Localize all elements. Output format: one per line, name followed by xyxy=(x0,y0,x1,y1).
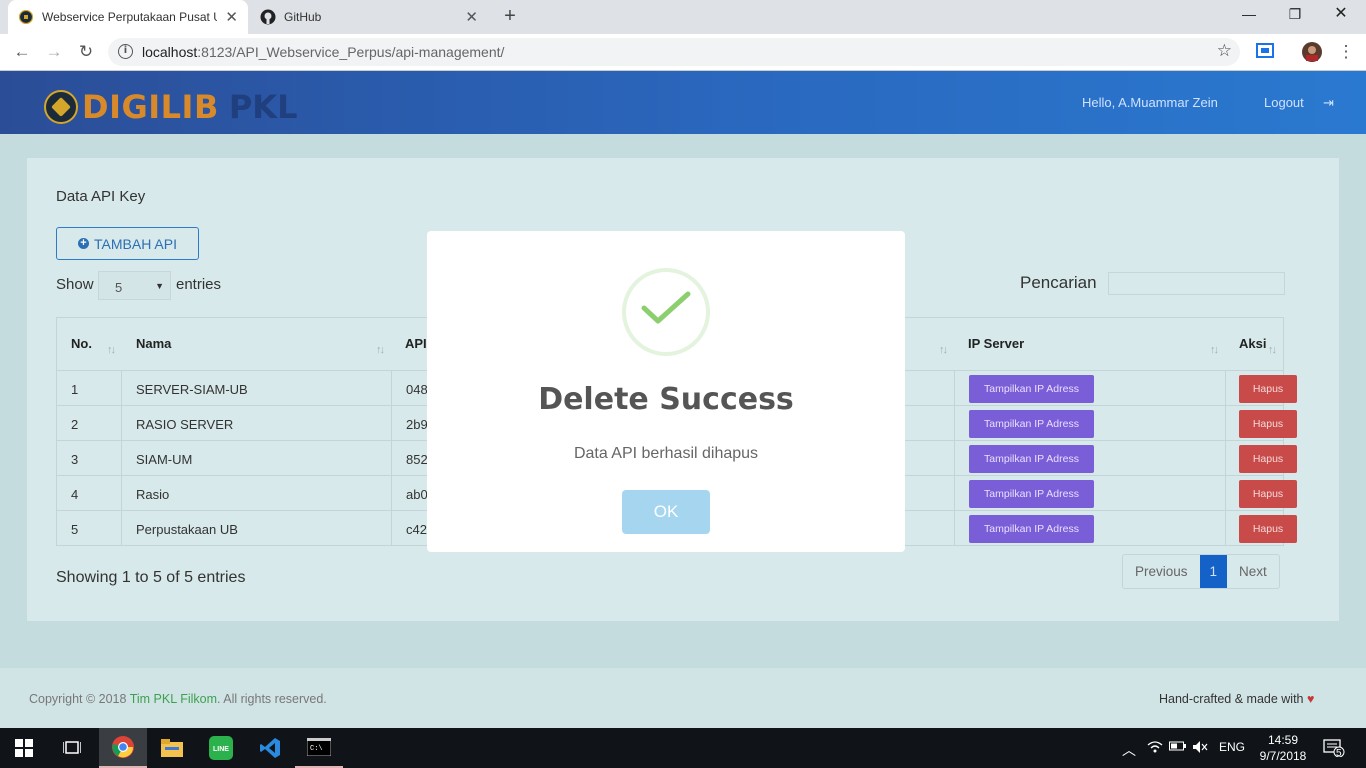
show-ip-button[interactable]: Tampilkan IP Adress xyxy=(969,410,1094,438)
add-api-button[interactable]: + TAMBAH API xyxy=(56,227,199,260)
tab-webservice[interactable]: Webservice Perputakaan Pusat U ✕ xyxy=(8,0,248,34)
volume-muted-icon[interactable] xyxy=(1192,740,1208,757)
new-tab-button[interactable]: + xyxy=(498,5,522,29)
system-clock[interactable]: 14:59 9/7/2018 xyxy=(1258,732,1308,764)
svg-text:LINE: LINE xyxy=(213,746,229,753)
windows-start-icon[interactable] xyxy=(0,728,48,768)
entries-label: entries xyxy=(176,276,222,293)
bookmark-star-icon[interactable]: ☆ xyxy=(1217,41,1232,61)
column-header-aksi[interactable]: Aksi ↑↓ xyxy=(1225,318,1283,371)
show-ip-button[interactable]: Tampilkan IP Adress xyxy=(969,445,1094,473)
logout-icon[interactable]: ⇥ xyxy=(1323,95,1334,111)
notification-count: 5 xyxy=(1336,748,1342,759)
entries-summary: Showing 1 to 5 of 5 entries xyxy=(56,569,246,586)
close-window-button[interactable]: ✕ xyxy=(1318,0,1364,30)
entries-select[interactable]: 5 ▼ xyxy=(98,271,171,300)
handmade-text: Hand-crafted & made with ♥ xyxy=(1159,692,1315,706)
search-label: Pencarian xyxy=(1020,273,1097,292)
page-1-button[interactable]: 1 xyxy=(1199,555,1228,588)
previous-page-button[interactable]: Previous xyxy=(1123,555,1200,588)
info-icon[interactable]: i xyxy=(118,44,133,59)
task-view-icon[interactable] xyxy=(48,728,96,768)
show-ip-button[interactable]: Tampilkan IP Adress xyxy=(969,480,1094,508)
tab-github[interactable]: GitHub ✕ xyxy=(250,0,488,34)
file-explorer-icon[interactable] xyxy=(148,728,196,768)
team-link[interactable]: Tim PKL Filkom xyxy=(130,692,217,706)
tab-title: Webservice Perputakaan Pusat U xyxy=(42,10,218,24)
column-header-no[interactable]: No. ↑↓ xyxy=(57,318,122,371)
delete-button[interactable]: Hapus xyxy=(1239,515,1297,543)
close-tab-icon[interactable]: ✕ xyxy=(225,8,238,26)
github-icon xyxy=(260,9,276,25)
heart-icon: ♥ xyxy=(1307,692,1315,706)
language-indicator[interactable]: ENG xyxy=(1219,740,1245,754)
chevron-up-icon[interactable]: ︿ xyxy=(1122,740,1136,760)
copyright-text: Copyright © 2018 Tim PKL Filkom. All rig… xyxy=(29,692,327,706)
sort-icon: ↑↓ xyxy=(1210,344,1219,356)
battery-icon[interactable] xyxy=(1169,740,1187,755)
show-label: Show xyxy=(56,276,94,293)
address-toolbar: ← → ↻ i localhost:8123/API_Webservice_Pe… xyxy=(0,34,1366,71)
back-icon[interactable]: ← xyxy=(10,40,34,64)
user-greeting: Hello, A.Muammar Zein xyxy=(1082,95,1218,110)
windows-taskbar: LINE C:\ ︿ ENG 14:59 9/7/2018 5 xyxy=(0,728,1366,768)
show-ip-button[interactable]: Tampilkan IP Adress xyxy=(969,375,1094,403)
browser-tab-bar: Webservice Perputakaan Pusat U ✕ GitHub … xyxy=(0,0,1366,34)
profile-avatar[interactable] xyxy=(1302,42,1322,62)
column-header-ip-server[interactable]: IP Server ↑↓ xyxy=(954,318,1225,371)
forward-icon[interactable]: → xyxy=(42,40,66,64)
tab-title: GitHub xyxy=(284,10,322,24)
sort-icon: ↑↓ xyxy=(1268,344,1277,356)
site-header: DIGILIB PKL Hello, A.Muammar Zein Logout… xyxy=(0,71,1366,134)
menu-kebab-icon[interactable]: ⋮ xyxy=(1334,40,1358,64)
url-bar[interactable]: i localhost:8123/API_Webservice_Perpus/a… xyxy=(108,38,1240,66)
card-title: Data API Key xyxy=(56,188,146,205)
url-text[interactable]: localhost:8123/API_Webservice_Perpus/api… xyxy=(142,44,504,60)
terminal-icon[interactable]: C:\ xyxy=(295,728,343,768)
dialog-message: Data API berhasil dihapus xyxy=(573,445,759,462)
site-logo[interactable]: DIGILIB PKL xyxy=(44,88,297,126)
show-ip-button[interactable]: Tampilkan IP Adress xyxy=(969,515,1094,543)
minimize-button[interactable]: — xyxy=(1226,0,1272,30)
university-emblem-icon xyxy=(44,90,78,124)
success-check-icon xyxy=(622,268,710,356)
pagination: Previous 1 Next xyxy=(1122,554,1280,589)
delete-button[interactable]: Hapus xyxy=(1239,375,1297,403)
ok-button[interactable]: OK xyxy=(622,490,710,534)
sort-icon: ↑↓ xyxy=(939,344,948,356)
caret-down-icon: ▼ xyxy=(155,281,164,291)
next-page-button[interactable]: Next xyxy=(1227,555,1279,588)
delete-button[interactable]: Hapus xyxy=(1239,480,1297,508)
delete-button[interactable]: Hapus xyxy=(1239,410,1297,438)
search-input[interactable] xyxy=(1108,272,1285,295)
site-emblem-icon xyxy=(18,9,34,25)
line-app-icon[interactable]: LINE xyxy=(197,728,245,768)
reload-icon[interactable]: ↻ xyxy=(74,40,98,64)
svg-text:C:\: C:\ xyxy=(310,745,323,753)
delete-button[interactable]: Hapus xyxy=(1239,445,1297,473)
close-tab-icon[interactable]: ✕ xyxy=(465,8,478,26)
sort-icon: ↑↓ xyxy=(107,344,116,356)
sort-icon: ↑↓ xyxy=(376,344,385,356)
plus-circle-icon: + xyxy=(78,238,89,249)
logout-link[interactable]: Logout xyxy=(1264,95,1304,110)
column-header-nama[interactable]: Nama ↑↓ xyxy=(122,318,391,371)
delete-success-dialog: Delete Success Data API berhasil dihapus… xyxy=(427,231,905,552)
vscode-icon[interactable] xyxy=(246,728,294,768)
dialog-title: Delete Success xyxy=(538,382,794,417)
extension-icon[interactable] xyxy=(1256,42,1276,62)
site-footer: Copyright © 2018 Tim PKL Filkom. All rig… xyxy=(0,668,1366,728)
restore-button[interactable]: ❐ xyxy=(1272,0,1318,30)
wifi-icon[interactable] xyxy=(1147,740,1163,757)
chrome-taskbar-icon[interactable] xyxy=(99,728,147,768)
